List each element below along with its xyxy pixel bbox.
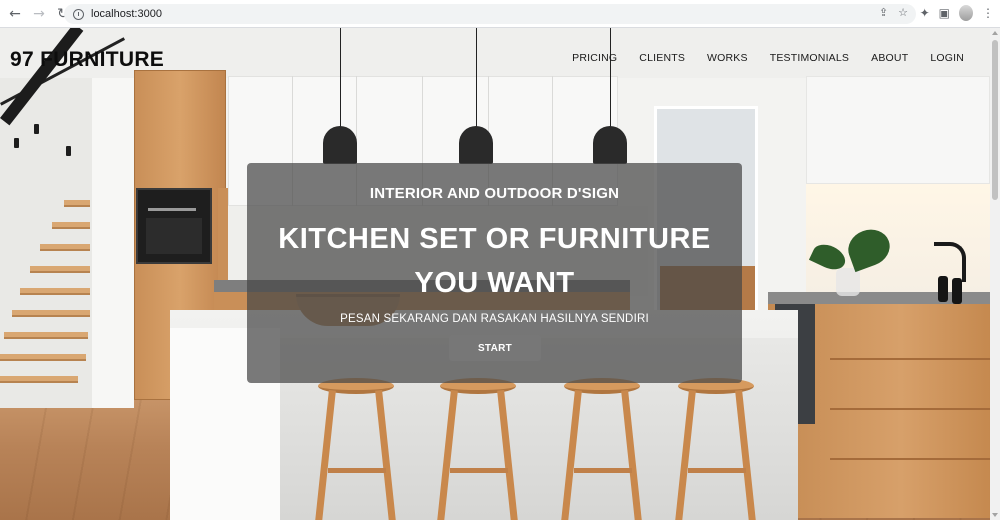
star-icon[interactable]: ☆ — [898, 6, 908, 19]
address-bar[interactable]: localhost:3000 ⇪ ☆ — [64, 4, 916, 24]
nav-link-works[interactable]: WORKS — [707, 52, 748, 64]
back-arrow-icon[interactable]: ← — [6, 5, 24, 23]
scroll-thumb[interactable] — [992, 40, 998, 200]
scroll-up-icon[interactable] — [992, 31, 998, 35]
brand-logo[interactable]: 97 FURNITURE — [10, 48, 164, 72]
hero-title-line-1: KITCHEN SET OR FURNITURE — [278, 223, 711, 255]
forward-arrow-icon[interactable]: → — [30, 5, 48, 23]
site-info-icon[interactable] — [73, 8, 84, 20]
hero-title: KITCHEN SET OR FURNITURE YOU WANT — [247, 217, 742, 305]
start-button[interactable]: START — [449, 335, 541, 361]
nav-link-clients[interactable]: CLIENTS — [639, 52, 685, 64]
menu-icon[interactable]: ⋮ — [982, 6, 994, 20]
hero-panel: INTERIOR AND OUTDOOR D'SIGN KITCHEN SET … — [247, 163, 742, 383]
hero-description: PESAN SEKARANG DAN RASAKAN HASILNYA SEND… — [340, 313, 649, 325]
nav-link-pricing[interactable]: PRICING — [572, 52, 617, 64]
url-text[interactable]: localhost:3000 — [91, 8, 162, 20]
nav-link-testimonials[interactable]: TESTIMONIALS — [770, 52, 849, 64]
extension-icon[interactable]: ✦ — [920, 6, 930, 20]
vertical-scrollbar[interactable] — [990, 28, 1000, 520]
browser-toolbar: ← → ↻ localhost:3000 ⇪ ☆ ✦ ▣ ⋮ — [0, 0, 1000, 28]
share-icon[interactable]: ⇪ — [879, 6, 888, 19]
nav-link-about[interactable]: ABOUT — [871, 52, 908, 64]
main-nav: PRICING CLIENTS WORKS TESTIMONIALS ABOUT… — [572, 52, 964, 64]
page-viewport: 97 FURNITURE PRICING CLIENTS WORKS TESTI… — [0, 28, 990, 520]
nav-link-login[interactable]: LOGIN — [930, 52, 964, 64]
profile-icon[interactable] — [959, 5, 973, 21]
hero-subtitle: INTERIOR AND OUTDOOR D'SIGN — [369, 185, 620, 202]
scroll-down-icon[interactable] — [992, 513, 998, 517]
side-panel-icon[interactable]: ▣ — [939, 6, 950, 20]
hero-title-line-2: YOU WANT — [414, 267, 575, 299]
